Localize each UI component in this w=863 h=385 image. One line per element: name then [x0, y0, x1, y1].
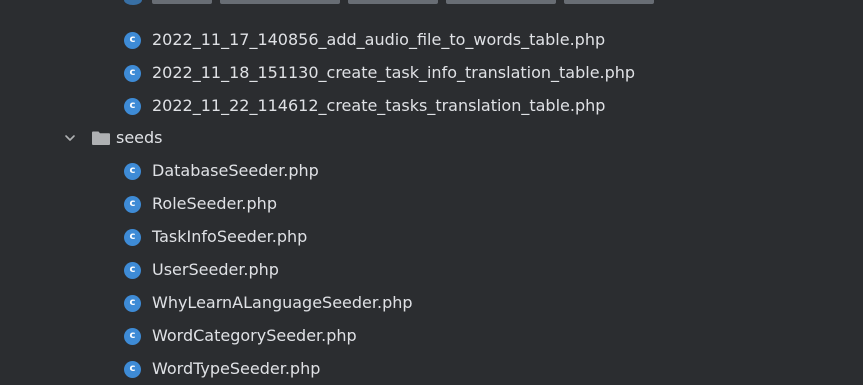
file-name: WordTypeSeeder.php	[152, 359, 321, 378]
file-name: UserSeeder.php	[152, 260, 279, 279]
tree-item-seeder-file[interactable]: c RoleSeeder.php	[0, 188, 863, 220]
project-tree: c 2022_11_17_140856_add_audio_file_to_wo…	[0, 0, 863, 385]
folder-name: seeds	[116, 128, 163, 147]
tree-item-migration-file[interactable]: c 2022_11_22_114612_create_tasks_transla…	[0, 90, 863, 122]
file-name: WhyLearnALanguageSeeder.php	[152, 293, 413, 312]
tree-folder-seeds[interactable]: seeds	[0, 122, 863, 154]
file-name: RoleSeeder.php	[152, 194, 277, 213]
folder-icon	[92, 131, 110, 145]
file-name: 2022_11_22_114612_create_tasks_translati…	[152, 96, 606, 115]
tree-item-seeder-file[interactable]: c TaskInfoSeeder.php	[0, 221, 863, 253]
file-name: 2022_11_18_151130_create_task_info_trans…	[152, 63, 636, 82]
tree-item-migration-file[interactable]: c 2022_11_18_151130_create_task_info_tra…	[0, 57, 863, 89]
php-class-icon: c	[124, 360, 141, 378]
php-class-icon: c	[124, 228, 141, 246]
php-class-icon: c	[124, 195, 141, 213]
php-class-icon: c	[124, 31, 141, 49]
tree-item-migration-file[interactable]: c 2022_11_17_140856_add_audio_file_to_wo…	[0, 24, 863, 56]
tree-item-seeder-file[interactable]: c DatabaseSeeder.php	[0, 155, 863, 187]
file-name: WordCategorySeeder.php	[152, 326, 357, 345]
file-name: DatabaseSeeder.php	[152, 161, 319, 180]
php-class-icon: c	[124, 327, 141, 345]
php-class-icon: c	[124, 294, 141, 312]
php-class-icon: c	[124, 162, 141, 180]
php-class-icon: c	[124, 97, 141, 115]
file-name: 2022_11_17_140856_add_audio_file_to_word…	[152, 30, 606, 49]
file-name: TaskInfoSeeder.php	[152, 227, 308, 246]
tree-item-seeder-file[interactable]: c WordCategorySeeder.php	[0, 320, 863, 352]
tree-item-seeder-file[interactable]: c WordTypeSeeder.php	[0, 353, 863, 385]
tree-row-partial	[124, 0, 684, 7]
php-class-icon: c	[124, 64, 141, 82]
php-class-icon: c	[124, 261, 141, 279]
chevron-down-icon[interactable]	[64, 132, 76, 144]
tree-item-seeder-file[interactable]: c UserSeeder.php	[0, 254, 863, 286]
tree-item-seeder-file[interactable]: c WhyLearnALanguageSeeder.php	[0, 287, 863, 319]
